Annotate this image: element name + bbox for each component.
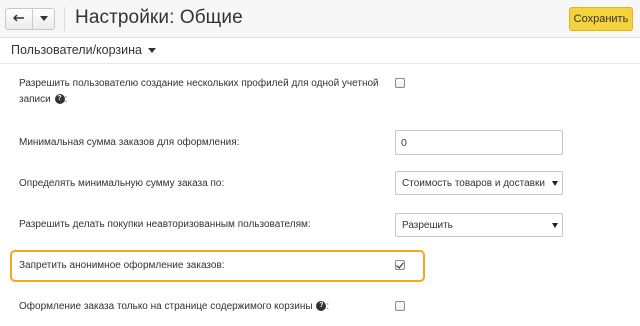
cart-page-only-checkbox[interactable]	[395, 301, 405, 311]
dropdown-arrow-icon	[548, 172, 562, 194]
min-sum-input[interactable]	[395, 130, 563, 155]
help-icon[interactable]: ?	[316, 301, 327, 312]
guest-purchase-value: Разрешить	[402, 219, 453, 231]
back-button[interactable]	[6, 9, 33, 29]
multi-profile-checkbox[interactable]	[395, 78, 405, 88]
multi-profile-label: Разрешить пользователю создание нескольк…	[19, 76, 379, 108]
back-arrow-icon	[13, 14, 24, 22]
page-title: Настройки: Общие	[75, 7, 243, 28]
multi-profile-label-line1: Разрешить пользователю создание нескольк…	[19, 78, 379, 89]
cart-page-only-label-colon: :	[326, 301, 330, 312]
forbid-anonymous-label: Запретить анонимное оформление заказов:	[19, 260, 225, 271]
forbid-anonymous-checkbox[interactable]	[395, 260, 405, 270]
help-icon[interactable]: ?	[54, 94, 65, 105]
multi-profile-label-text: записи	[19, 94, 51, 105]
cart-page-only-label: Оформление заказа только на странице сод…	[19, 299, 329, 315]
multi-profile-label-colon: :	[64, 94, 68, 105]
guest-purchase-select[interactable]: Разрешить	[395, 213, 563, 237]
history-dropdown-button[interactable]	[33, 9, 54, 29]
multi-profile-label-line2: записи ?:	[19, 92, 379, 108]
toolbar: Настройки: Общие Сохранить	[0, 0, 640, 38]
nav-button-group	[5, 8, 55, 30]
section-toggle[interactable]: Пользователи/корзина	[11, 43, 156, 57]
min-sum-mode-label: Определять минимальную сумму заказа по:	[19, 178, 225, 189]
guest-purchase-label: Разрешить делать покупки неавторизованны…	[19, 219, 311, 230]
min-sum-label: Минимальная сумма заказов для оформления…	[19, 137, 240, 148]
section-title: Пользователи/корзина	[11, 43, 142, 57]
dropdown-arrow-icon	[548, 214, 562, 236]
min-sum-mode-value: Стоимость товаров и доставки	[402, 177, 545, 189]
cart-page-only-label-text: Оформление заказа только на странице сод…	[19, 301, 313, 312]
save-button[interactable]: Сохранить	[569, 7, 633, 31]
chevron-down-icon	[39, 16, 48, 21]
toolbar-divider	[64, 7, 65, 31]
section-divider	[0, 63, 640, 64]
caret-down-icon	[148, 48, 156, 53]
min-sum-mode-select[interactable]: Стоимость товаров и доставки	[395, 171, 563, 195]
